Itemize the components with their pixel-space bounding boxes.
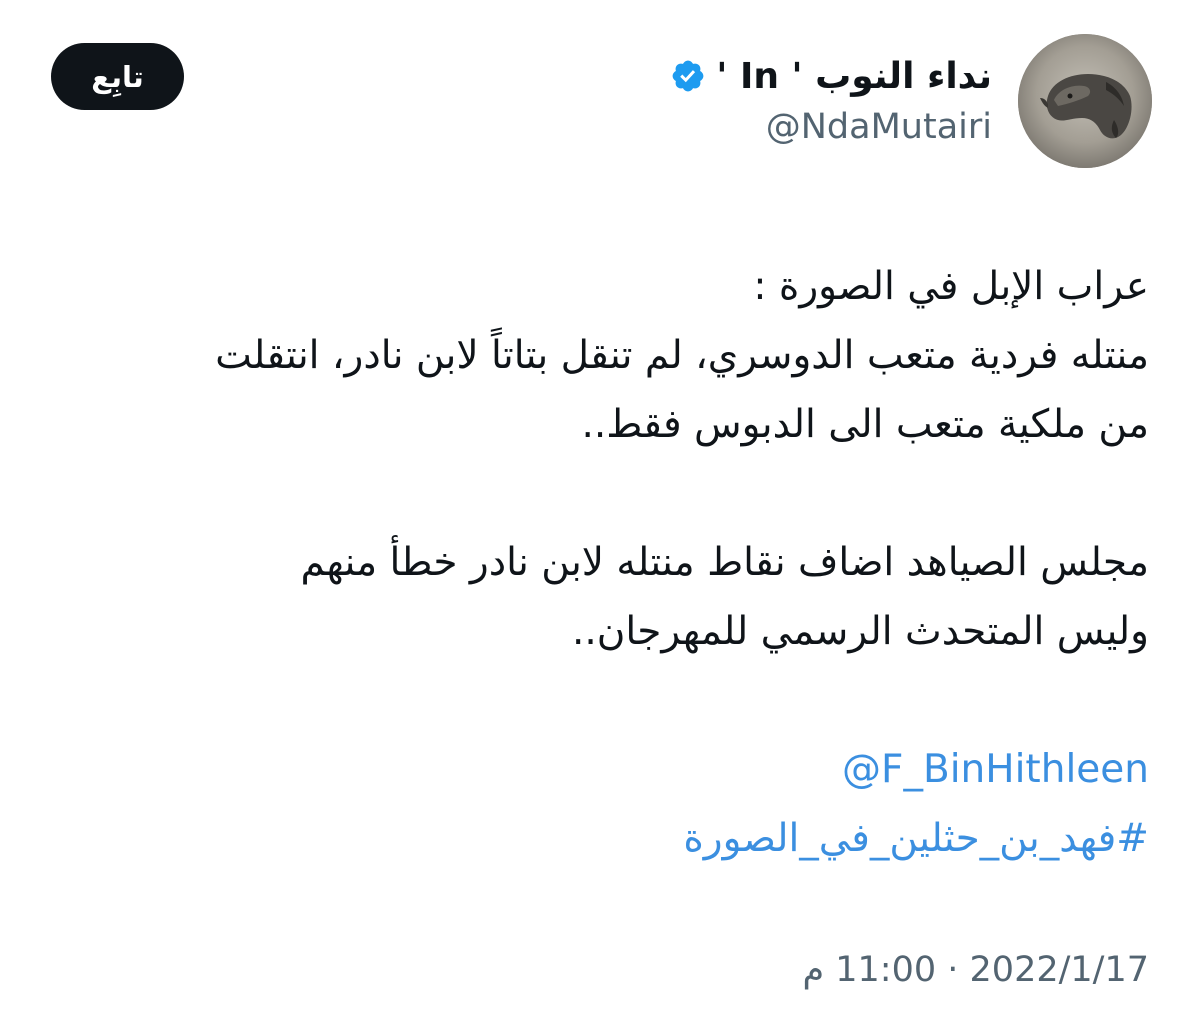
mention-link[interactable]: @F_BinHithleen <box>842 747 1149 792</box>
author-name-suffix: ' In ' <box>716 55 803 97</box>
tweet-timestamp[interactable]: 2022/1/17 · 11:00 م <box>802 950 1149 990</box>
tweet-line: عراب الإبل في الصورة : <box>753 264 1149 309</box>
tweet-line: منتله فردية متعب الدوسري، لم تنقل بتاتاً… <box>215 333 1149 378</box>
hashtag-link[interactable]: #فهد_بن_حثلين_في_الصورة <box>683 816 1149 861</box>
author-avatar[interactable] <box>1018 34 1152 168</box>
author-display-name[interactable]: نداء النوب ' In ' <box>716 56 992 97</box>
tweet-card: نداء النوب ' In ' @NdaMutairi تابِع عراب… <box>0 0 1179 1024</box>
verified-badge-icon <box>673 60 704 92</box>
tweet-text: عراب الإبل في الصورة : منتله فردية متعب … <box>24 252 1149 873</box>
author-name-row: نداء النوب ' In ' <box>670 48 992 104</box>
camel-avatar-icon <box>1018 34 1152 168</box>
author-handle[interactable]: @NdaMutairi <box>766 107 992 147</box>
tweet-line: وليس المتحدث الرسمي للمهرجان.. <box>571 609 1149 654</box>
tweet-line: من ملكية متعب الى الدبوس فقط.. <box>581 402 1149 447</box>
tweet-line: مجلس الصياهد اضاف نقاط منتله لابن نادر خ… <box>300 540 1149 585</box>
follow-button[interactable]: تابِع <box>51 43 184 110</box>
